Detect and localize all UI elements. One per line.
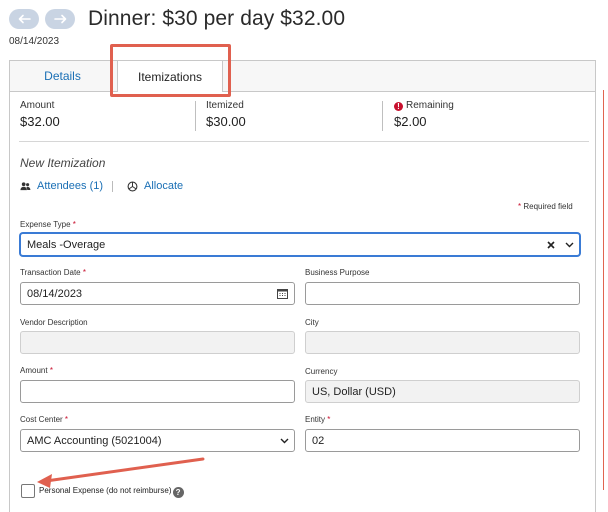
link-separator: [112, 181, 113, 192]
business-purpose-field[interactable]: [305, 282, 580, 305]
required-note: * Required field: [518, 202, 573, 211]
expense-type-label-text: Expense Type: [20, 220, 71, 229]
summary-divider: [382, 101, 383, 131]
business-purpose-label: Business Purpose: [305, 268, 370, 277]
attendees-icon: [20, 181, 31, 190]
transaction-date-field[interactable]: 08/14/2023: [20, 282, 295, 305]
cost-center-select[interactable]: AMC Accounting (5021004): [20, 429, 295, 452]
currency-value: US, Dollar (USD): [312, 385, 396, 398]
amount-label-text: Amount: [20, 366, 48, 375]
allocate-link[interactable]: Allocate: [127, 180, 183, 192]
summary-amount: Amount $32.00: [20, 100, 60, 129]
annotation-edge: [603, 90, 604, 490]
amount-field[interactable]: [20, 380, 295, 403]
summary-remaining-value: $2.00: [394, 114, 427, 129]
entity-field[interactable]: 02: [305, 429, 580, 452]
summary-amount-label: Amount: [20, 100, 55, 111]
vendor-description-field[interactable]: [20, 331, 295, 354]
entity-label-text: Entity: [305, 415, 326, 424]
currency-field[interactable]: US, Dollar (USD): [305, 380, 580, 403]
attendees-link-label: Attendees (1): [37, 180, 104, 192]
summary-remaining: ! Remaining $2.00: [394, 100, 454, 129]
entity-value: 02: [312, 434, 325, 447]
annotation-highlight-box: [110, 44, 231, 97]
transaction-date-value: 08/14/2023: [27, 287, 83, 300]
back-button[interactable]: [9, 9, 39, 29]
city-field[interactable]: [305, 331, 580, 354]
amount-label: Amount *: [20, 366, 53, 375]
section-title: New Itemization: [20, 156, 106, 170]
alert-icon: !: [394, 102, 403, 111]
personal-expense-label-text: Personal Expense (do not reimburse): [39, 486, 172, 495]
transaction-date-label-text: Transaction Date: [20, 268, 81, 277]
chevron-down-icon[interactable]: [278, 434, 290, 448]
required-note-text: Required field: [523, 202, 573, 211]
arrow-left-icon: [18, 14, 31, 24]
transaction-date-label: Transaction Date *: [20, 268, 86, 277]
city-label: City: [305, 318, 319, 327]
pie-chart-icon: [127, 181, 138, 191]
cost-center-label: Cost Center *: [20, 415, 69, 424]
expense-type-select[interactable]: Meals -Overage: [20, 233, 580, 256]
personal-expense-checkbox[interactable]: [21, 484, 35, 498]
cost-center-value: AMC Accounting (5021004): [27, 434, 162, 447]
attendees-link[interactable]: Attendees (1): [20, 180, 103, 192]
chevron-down-icon[interactable]: [563, 238, 575, 252]
tab-bar: Details Itemizations: [10, 61, 595, 92]
summary-itemized: Itemized $30.00: [206, 100, 246, 129]
entity-label: Entity *: [305, 415, 331, 424]
cost-center-label-text: Cost Center: [20, 415, 63, 424]
summary-remaining-label: Remaining: [406, 100, 454, 111]
expense-type-label: Expense Type *: [20, 220, 76, 229]
forward-button[interactable]: [45, 9, 75, 29]
calendar-icon[interactable]: [276, 287, 289, 300]
summary-itemized-value: $30.00: [206, 114, 246, 129]
expense-date: 08/14/2023: [9, 36, 60, 47]
help-icon[interactable]: ?: [172, 487, 184, 498]
tab-details[interactable]: Details: [10, 61, 115, 91]
summary-divider: [195, 101, 196, 131]
summary-amount-value: $32.00: [20, 114, 60, 129]
allocate-link-label: Allocate: [144, 180, 184, 192]
personal-expense-label: Personal Expense (do not reimburse)?: [39, 486, 184, 498]
summary-itemized-label: Itemized: [206, 100, 244, 111]
expense-type-value: Meals -Overage: [27, 238, 106, 251]
divider: [19, 141, 589, 142]
page-title: Dinner: $30 per day $32.00: [88, 7, 346, 30]
currency-label: Currency: [305, 367, 338, 376]
vendor-description-label: Vendor Description: [20, 318, 88, 327]
arrow-right-icon: [53, 14, 66, 24]
clear-icon[interactable]: [545, 238, 557, 252]
